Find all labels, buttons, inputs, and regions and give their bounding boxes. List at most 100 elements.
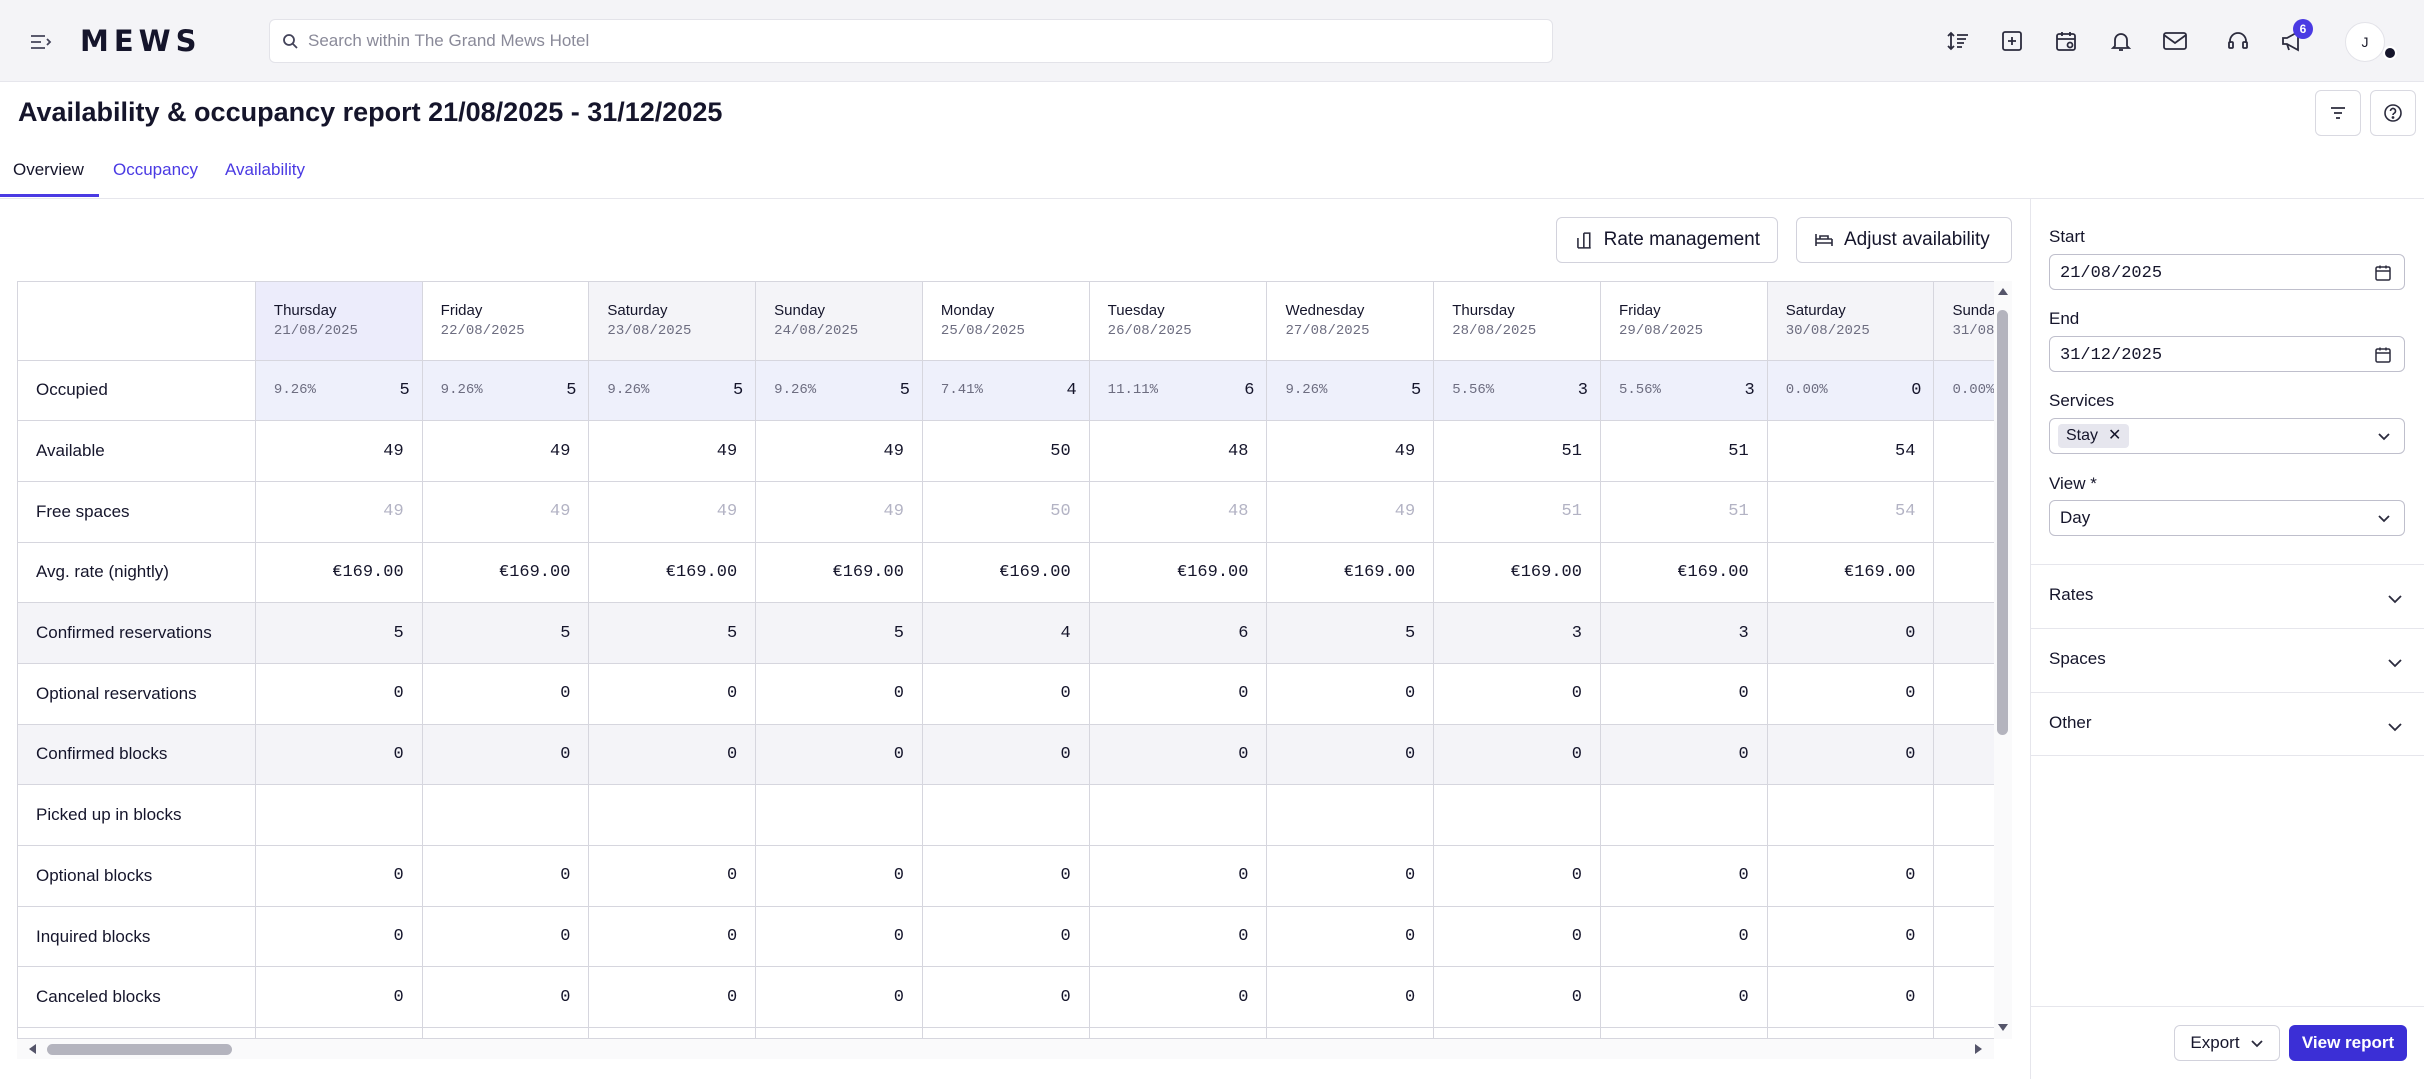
table-cell[interactable]: 0 <box>1088 845 1268 907</box>
table-cell[interactable]: €169.00 <box>254 541 423 604</box>
horizontal-scroll-thumb[interactable] <box>47 1044 232 1055</box>
start-date-field[interactable]: 21/08/2025 <box>2049 254 2405 290</box>
table-cell[interactable]: 0 <box>1766 905 1935 968</box>
table-cell[interactable]: 0 <box>1766 662 1935 725</box>
section-other[interactable]: Other <box>2030 692 2424 756</box>
table-cell[interactable]: 49 <box>1266 480 1435 543</box>
table-cell[interactable]: 0 <box>421 662 590 725</box>
table-cell[interactable]: 0 <box>588 662 757 725</box>
table-cell[interactable]: 0 <box>1088 662 1268 725</box>
table-cell[interactable]: 48 <box>1088 420 1268 482</box>
tab-overview[interactable]: Overview <box>13 160 84 180</box>
table-cell[interactable]: 9.26% 5 <box>421 359 590 422</box>
table-cell[interactable]: 0 <box>1266 966 1435 1029</box>
table-cell[interactable]: 0 <box>1433 723 1601 786</box>
table-cell[interactable]: 0 <box>1766 966 1935 1029</box>
table-cell[interactable] <box>1266 784 1435 846</box>
table-cell[interactable]: 0 <box>588 723 757 786</box>
table-cell[interactable]: 0 <box>254 723 423 786</box>
table-cell[interactable] <box>1933 784 1994 846</box>
table-cell[interactable]: 0 <box>1766 723 1935 786</box>
table-cell[interactable]: 0 <box>1933 845 1994 907</box>
table-cell[interactable]: 11.11% 6 <box>1088 359 1268 422</box>
table-cell[interactable] <box>1433 784 1601 846</box>
section-rates[interactable]: Rates <box>2030 564 2424 628</box>
add-icon[interactable] <box>1995 24 2029 58</box>
table-cell[interactable]: 0 <box>1088 905 1268 968</box>
table-cell[interactable]: 49 <box>421 420 590 482</box>
table-cell[interactable]: 0 <box>921 723 1090 786</box>
table-cell[interactable]: 49 <box>588 420 757 482</box>
table-cell[interactable]: 0 <box>421 905 590 968</box>
table-cell[interactable]: 0 <box>1933 905 1994 968</box>
table-cell[interactable]: 0 <box>1599 723 1768 786</box>
table-cell[interactable]: 49 <box>755 480 923 543</box>
table-cell[interactable]: 48 <box>1088 480 1268 543</box>
table-cell[interactable]: 0 <box>588 845 757 907</box>
table-cell[interactable]: 0 <box>921 845 1090 907</box>
tab-availability[interactable]: Availability <box>225 160 305 180</box>
table-cell[interactable]: 0 <box>1599 662 1768 725</box>
table-cell[interactable]: 0 <box>921 662 1090 725</box>
table-cell[interactable] <box>254 1027 423 1038</box>
filter-button[interactable] <box>2315 90 2361 136</box>
search-input[interactable] <box>308 20 1538 62</box>
table-cell[interactable]: 49 <box>421 480 590 543</box>
table-cell[interactable] <box>421 1027 590 1038</box>
table-cell[interactable]: 7.41% 4 <box>921 359 1090 422</box>
table-cell[interactable]: 0 <box>1766 602 1935 664</box>
calendar-icon[interactable] <box>2049 24 2083 58</box>
table-cell[interactable] <box>254 784 423 846</box>
table-cell[interactable]: 0 <box>921 905 1090 968</box>
table-cell[interactable]: 54 <box>1933 420 1994 482</box>
table-cell[interactable]: 5 <box>1266 602 1435 664</box>
mews-logo[interactable]: MEWS <box>80 24 202 58</box>
table-cell[interactable]: 0 <box>1933 662 1994 725</box>
table-cell[interactable]: 0 <box>1088 966 1268 1029</box>
table-cell[interactable]: 0 <box>755 662 923 725</box>
services-select[interactable]: Stay ✕ <box>2049 418 2405 454</box>
tab-occupancy[interactable]: Occupancy <box>113 160 198 180</box>
table-cell[interactable]: 0 <box>254 966 423 1029</box>
table-cell[interactable]: €169.00 <box>421 541 590 604</box>
table-cell[interactable]: 0 <box>1933 723 1994 786</box>
table-cell[interactable]: 0 <box>1933 602 1994 664</box>
table-cell[interactable] <box>1088 784 1268 846</box>
calendar-icon[interactable] <box>2374 346 2392 364</box>
table-cell[interactable] <box>921 784 1090 846</box>
sort-icon[interactable] <box>1941 24 1975 58</box>
avatar[interactable]: J <box>2345 22 2385 62</box>
table-cell[interactable]: 51 <box>1599 480 1768 543</box>
table-cell[interactable]: 0 <box>1599 966 1768 1029</box>
help-button[interactable] <box>2370 90 2416 136</box>
table-cell[interactable]: 9.26% 5 <box>1266 359 1435 422</box>
table-cell[interactable]: 0 <box>588 966 757 1029</box>
remove-chip-icon[interactable]: ✕ <box>2108 424 2121 448</box>
table-cell[interactable]: 50 <box>921 420 1090 482</box>
table-cell[interactable]: 5 <box>755 602 923 664</box>
table-cell[interactable]: 0.00%0 <box>1766 359 1935 422</box>
menu-toggle-icon[interactable] <box>28 30 52 54</box>
table-cell[interactable]: 0 <box>1088 723 1268 786</box>
table-cell[interactable]: €169.00 <box>1433 541 1601 604</box>
table-cell[interactable]: 49 <box>1266 420 1435 482</box>
table-cell[interactable]: 0.00%0 <box>1933 359 1994 422</box>
view-select[interactable]: Day <box>2049 500 2405 536</box>
table-cell[interactable]: €169.00 <box>1933 541 1994 604</box>
table-cell[interactable]: 0 <box>1599 905 1768 968</box>
table-cell[interactable]: 0 <box>1433 966 1601 1029</box>
support-icon[interactable] <box>2221 24 2255 58</box>
table-cell[interactable] <box>421 784 590 846</box>
table-cell[interactable]: 0 <box>921 966 1090 1029</box>
table-cell[interactable] <box>1766 1027 1935 1038</box>
table-cell[interactable]: 54 <box>1766 420 1935 482</box>
table-cell[interactable]: 0 <box>755 966 923 1029</box>
table-cell[interactable]: 9.26% 5 <box>254 359 423 422</box>
table-cell[interactable]: 49 <box>588 480 757 543</box>
table-cell[interactable]: €169.00 <box>755 541 923 604</box>
table-cell[interactable]: 0 <box>1433 662 1601 725</box>
table-cell[interactable] <box>1266 1027 1435 1038</box>
table-cell[interactable]: 5 <box>588 602 757 664</box>
table-cell[interactable] <box>755 1027 923 1038</box>
table-cell[interactable]: 0 <box>1433 845 1601 907</box>
